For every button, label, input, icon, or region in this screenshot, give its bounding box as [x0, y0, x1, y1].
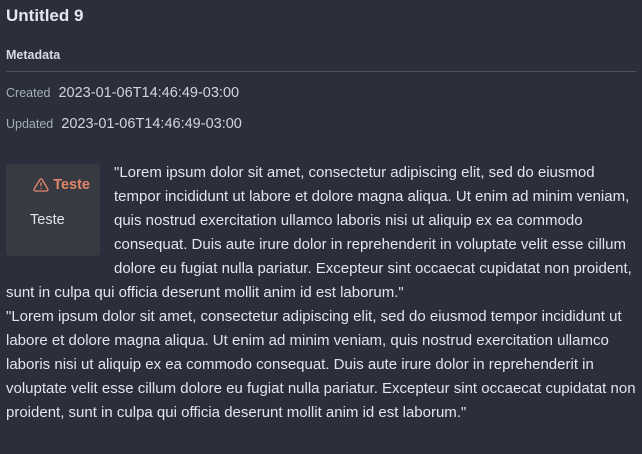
- warning-triangle-icon: [33, 178, 49, 192]
- callout-title-row: Teste: [6, 174, 100, 196]
- updated-label: Updated: [6, 117, 54, 131]
- callout-body: Teste: [30, 212, 65, 228]
- metadata-header: Metadata: [6, 48, 61, 62]
- metadata-divider: [6, 71, 636, 72]
- callout-title: Teste: [53, 177, 90, 193]
- paragraph: "Lorem ipsum dolor sit amet, consectetur…: [6, 164, 632, 301]
- page-title[interactable]: Untitled 9: [6, 0, 636, 27]
- created-value: 2023-01-06T14:46:49-03:00: [58, 85, 240, 101]
- updated-value: 2023-01-06T14:46:49-03:00: [61, 116, 242, 132]
- created-row: Created 2023-01-06T14:46:49-03:00: [6, 84, 636, 102]
- paragraph: "Lorem ipsum dolor sit amet, consectetur…: [6, 308, 636, 421]
- note-page: Untitled 9 Metadata Created 2023-01-06T1…: [0, 0, 642, 454]
- note-body[interactable]: Teste Teste "Lorem ipsum dolor sit amet,…: [6, 161, 636, 425]
- warning-callout[interactable]: Teste Teste: [6, 164, 100, 256]
- created-label: Created: [6, 86, 51, 100]
- updated-row: Updated 2023-01-06T14:46:49-03:00: [6, 115, 636, 133]
